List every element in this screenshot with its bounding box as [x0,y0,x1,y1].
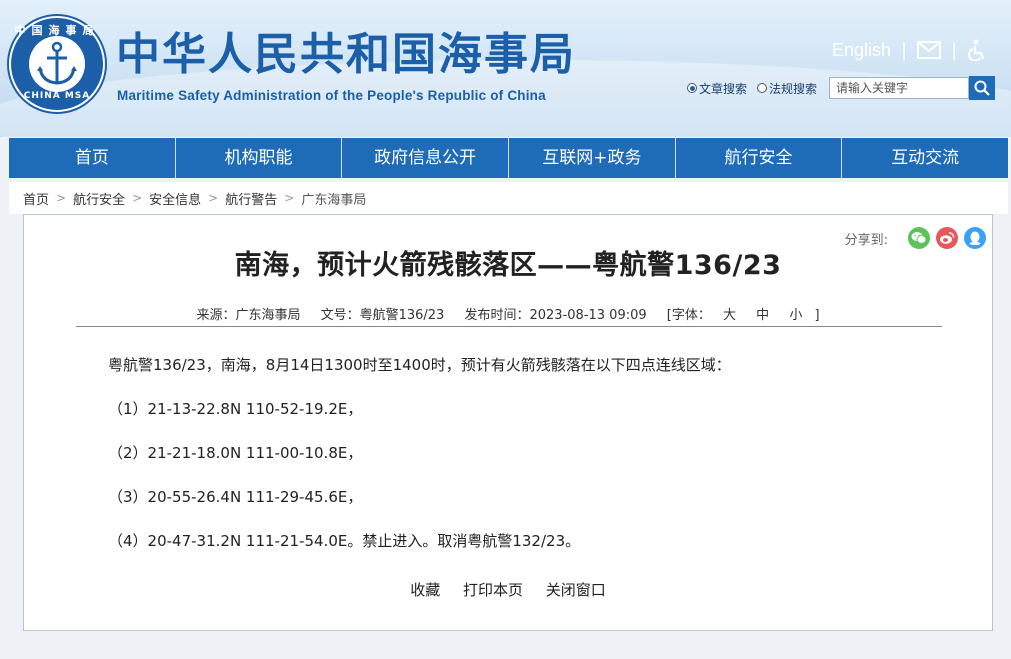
radio-button[interactable] [687,83,697,93]
breadcrumb-navigation-safety[interactable]: 航行安全 [73,189,125,208]
font-size-control: [字体： 大 中 小 ] [667,308,820,323]
breadcrumb-separator: > [284,191,295,205]
nav-gov-info[interactable]: 政府信息公开 [342,138,510,178]
top-links: English | | [832,38,987,62]
font-size-medium-button[interactable]: 中 [756,308,769,323]
font-size-large-button[interactable]: 大 [723,308,736,323]
search-area: 文章搜索 法规搜索 [687,76,996,100]
separator: | [951,39,958,61]
english-link[interactable]: English [832,40,891,61]
article-paragraph: （4）20-47-31.2N 111-21-54.0E。禁止进入。取消粤航警13… [108,532,581,550]
font-size-small-button[interactable]: 小 [789,308,802,323]
breadcrumb-separator: > [132,191,143,205]
breadcrumb-safety-info[interactable]: 安全信息 [149,189,201,208]
article-body: 粤航警136/23，南海，8月14日1300时至1400时，预计有火箭残骸落在以… [108,355,948,575]
font-size-label: [字体： [666,308,711,323]
main-nav: 首页 机构职能 政府信息公开 互联网+政务 航行安全 互动交流 [9,138,1008,178]
breadcrumb-separator: > [208,191,219,205]
msa-logo[interactable]: 中国海事局 CHINA MSA [9,16,105,112]
nav-internet-gov[interactable]: 互联网+政务 [509,138,676,178]
search-option-label: 法规搜索 [769,81,818,96]
article-paragraph: （1）21-13-22.8N 110-52-19.2E， [108,400,363,418]
title-divider [76,326,942,327]
article-paragraph: （3）20-55-26.4N 111-29-45.6E， [108,488,363,506]
breadcrumb-separator: > [56,191,67,205]
nav-navigation-safety[interactable]: 航行安全 [676,138,843,178]
favorite-link[interactable]: 收藏 [410,581,440,599]
site-title-en[interactable]: Maritime Safety Administration of the Pe… [117,88,546,103]
article-paragraph: （2）21-21-18.0N 111-00-10.8E， [108,444,363,462]
breadcrumb-nav-warnings[interactable]: 航行警告 [225,189,277,208]
search-icon [974,80,990,96]
article-publish-time: 发布时间：2023-08-13 09:09 [464,308,647,323]
font-size-close: ] [814,308,820,323]
article-paragraph: 粤航警136/23，南海，8月14日1300时至1400时，预计有火箭残骸落在以… [108,356,731,374]
search-input[interactable] [829,77,970,99]
article-actions: 收藏 打印本页 关闭窗口 [24,579,992,600]
site-title-cn[interactable]: 中华人民共和国海事局 [116,30,576,80]
mail-icon[interactable] [917,41,942,59]
nav-home[interactable]: 首页 [9,138,176,178]
breadcrumb: 首页 > 航行安全 > 安全信息 > 航行警告 > 广东海事局 [9,182,1008,214]
nav-functions[interactable]: 机构职能 [176,138,343,178]
separator: | [901,39,908,61]
article-doc-number: 文号：粤航警136/23 [320,308,445,323]
search-option-label: 文章搜索 [699,81,748,96]
close-window-link[interactable]: 关闭窗口 [546,581,606,599]
article-source: 来源：广东海事局 [196,308,301,323]
search-button[interactable] [969,76,996,100]
article-title: 南海，预计火箭残骸落区——粤航警136/23 [234,250,782,281]
anchor-icon [37,41,77,85]
breadcrumb-current[interactable]: 广东海事局 [301,189,366,208]
logo-ring-bottom-text: CHINA MSA [23,91,91,101]
article-meta: 来源：广东海事局 文号：粤航警136/23 发布时间：2023-08-13 09… [24,304,992,323]
search-option-articles[interactable]: 文章搜索 [687,80,747,97]
article-container: 分享到: 南海，预计火箭残骸落区——粤航警136/23 来源：广东海事局 文号：… [23,214,993,631]
breadcrumb-home[interactable]: 首页 [23,189,49,208]
print-link[interactable]: 打印本页 [463,581,523,599]
radio-button[interactable] [757,83,768,93]
site-header: 中国海事局 CHINA MSA 中华人民共和国海事局 Maritime Safe… [0,0,1011,137]
nav-interaction[interactable]: 互动交流 [842,138,1008,178]
accessibility-icon[interactable] [967,39,987,61]
search-option-laws[interactable]: 法规搜索 [757,80,817,97]
